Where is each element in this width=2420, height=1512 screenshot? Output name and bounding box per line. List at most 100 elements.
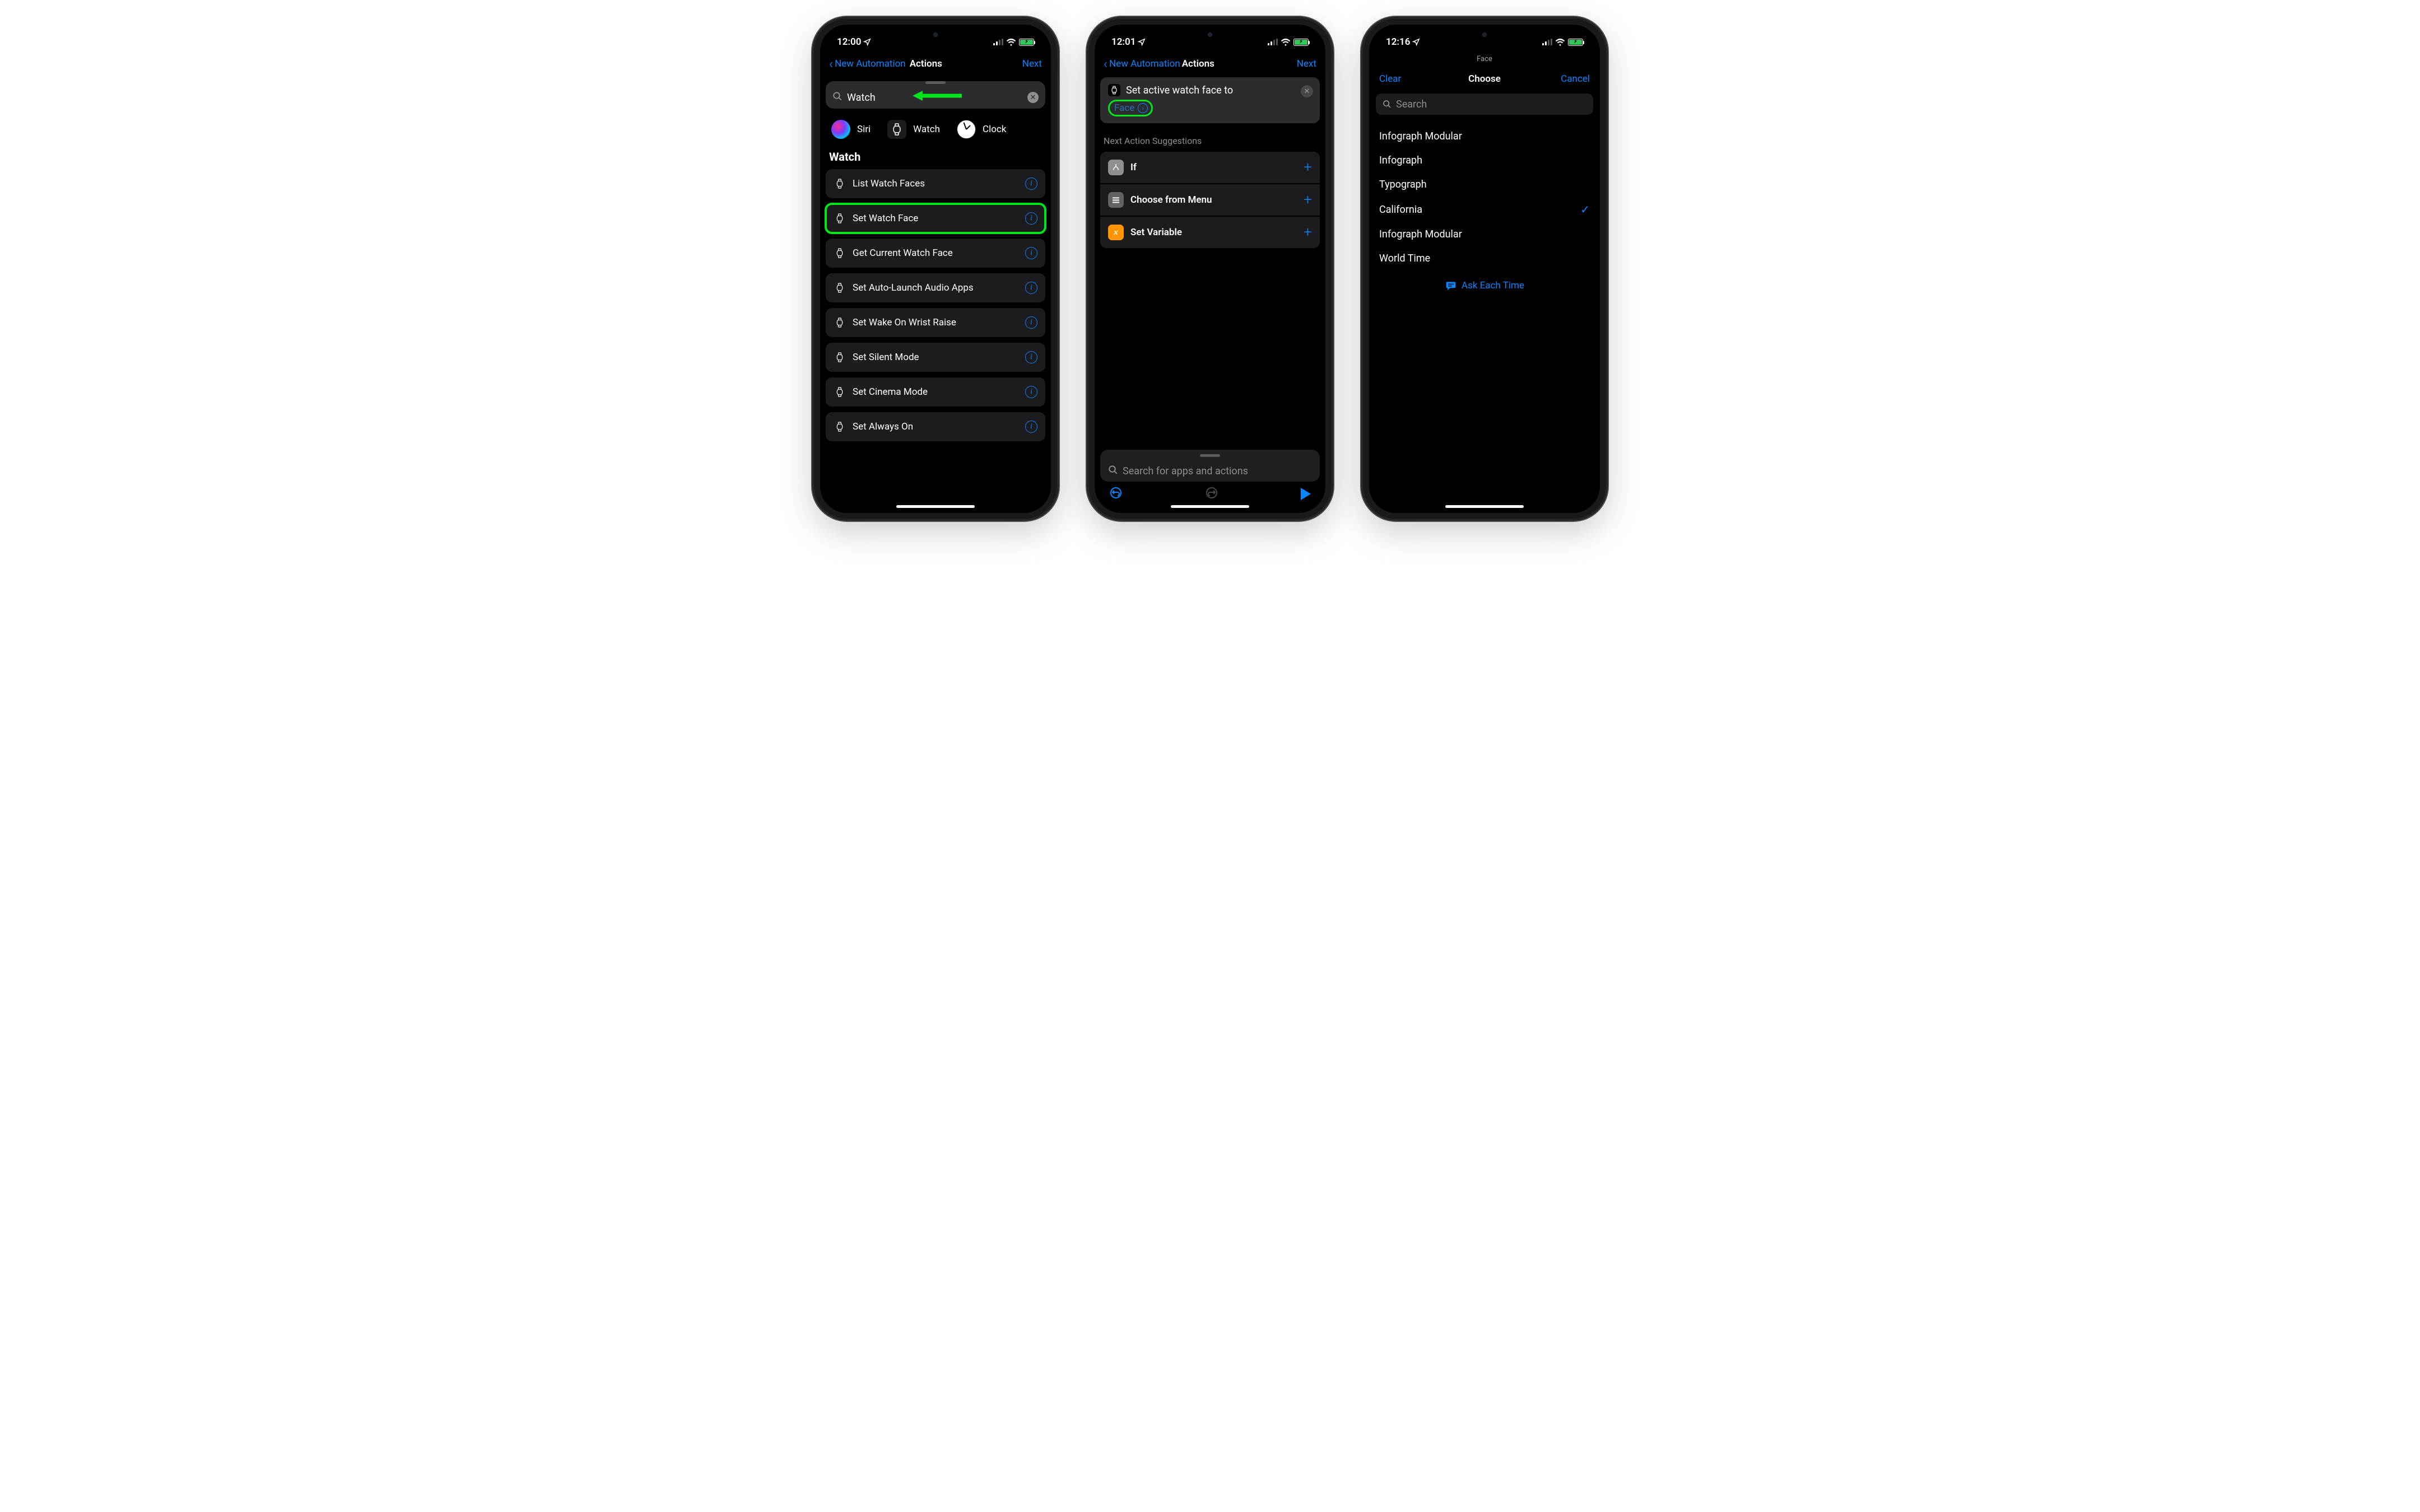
cellular-icon [1542, 39, 1552, 45]
drag-handle-icon[interactable] [925, 81, 946, 84]
action-get-current-watch-face[interactable]: Get Current Watch Face i [826, 239, 1045, 268]
chevron-left-icon: ‹ [829, 57, 833, 71]
app-clock[interactable]: Clock [957, 120, 1006, 139]
phone-3-screen: 12:16 ⚡︎ Face Clear Choose Cancel Search… [1369, 25, 1600, 513]
app-watch[interactable]: Watch [887, 120, 940, 139]
suggestion-label: Set Variable [1130, 227, 1297, 238]
picker-navbar: Clear Choose Cancel [1369, 63, 1600, 90]
clear-button[interactable]: Clear [1379, 73, 1401, 85]
back-button[interactable]: ‹ New Automation [829, 57, 906, 71]
face-option-world-time[interactable]: World Time [1379, 253, 1590, 264]
face-label: California [1379, 204, 1422, 216]
face-options-list: Infograph Modular Infograph Typograph Calif… [1369, 119, 1600, 264]
phone-1-frame: 12:00 ⚡︎ ‹ New Automation Actions Next [812, 17, 1059, 521]
action-label: List Watch Faces [853, 178, 1018, 189]
action-set-watch-face[interactable]: Set Watch Face i [826, 204, 1045, 233]
next-button[interactable]: Next [1297, 58, 1316, 69]
face-option-typograph[interactable]: Typograph [1379, 179, 1590, 190]
search-placeholder: Search [1396, 99, 1586, 110]
info-button[interactable]: i [1025, 212, 1037, 225]
face-parameter-label: Face [1114, 102, 1134, 114]
location-icon [1138, 38, 1146, 46]
suggestion-set-variable[interactable]: xSet Variable+ [1100, 217, 1320, 248]
search-icon [832, 91, 843, 104]
phone-3-frame: 12:16 ⚡︎ Face Clear Choose Cancel Search… [1361, 17, 1608, 521]
add-suggestion-button[interactable]: + [1304, 159, 1312, 176]
info-button[interactable]: i [1025, 421, 1037, 433]
face-label: World Time [1379, 253, 1430, 264]
face-parameter-token[interactable]: Face › [1108, 100, 1153, 116]
editor-toolbar [1095, 483, 1325, 505]
info-button[interactable]: i [1025, 351, 1037, 363]
action-set-auto-launch-audio-apps[interactable]: Set Auto-Launch Audio Apps i [826, 273, 1045, 302]
info-button[interactable]: i [1025, 247, 1037, 259]
home-indicator[interactable] [896, 505, 975, 508]
action-set-always-on[interactable]: Set Always On i [826, 412, 1045, 441]
battery-icon: ⚡︎ [1293, 39, 1309, 46]
menu-icon [1108, 192, 1124, 208]
back-button[interactable]: ‹ New Automation [1104, 57, 1180, 71]
battery-icon: ⚡︎ [1019, 39, 1034, 46]
bottom-search-panel: Search for apps and actions [1100, 450, 1320, 482]
action-label: Set Cinema Mode [853, 386, 1018, 398]
action-label: Set Always On [853, 421, 1018, 432]
siri-icon [831, 120, 850, 139]
action-set-wake-on-wrist-raise[interactable]: Set Wake On Wrist Raise i [826, 308, 1045, 337]
search-field[interactable]: Search [1376, 94, 1593, 115]
run-button[interactable] [1301, 488, 1311, 500]
suggestion-label: If [1130, 162, 1297, 173]
clear-search-button[interactable]: ✕ [1027, 92, 1039, 103]
action-card-set-watch-face[interactable]: ✕ Set active watch face to Face › [1100, 77, 1320, 123]
info-button[interactable]: i [1025, 386, 1037, 398]
info-button[interactable]: i [1025, 282, 1037, 294]
action-text: Set active watch face to [1126, 85, 1233, 96]
notch [891, 25, 980, 41]
search-input[interactable]: Search for apps and actions [1123, 465, 1312, 477]
phone-2-screen: 12:01 ⚡︎ ‹ New Automation Actions Next ✕ [1095, 25, 1325, 513]
redo-button[interactable] [1205, 486, 1218, 502]
phone-2-frame: 12:01 ⚡︎ ‹ New Automation Actions Next ✕ [1087, 17, 1333, 521]
action-set-cinema-mode[interactable]: Set Cinema Mode i [826, 377, 1045, 407]
sheet-title-small: Face [1369, 52, 1600, 63]
suggestion-choose-from-menu[interactable]: Choose from Menu+ [1100, 184, 1320, 216]
ask-each-time-button[interactable]: Ask Each Time [1369, 264, 1600, 291]
face-label: Typograph [1379, 179, 1427, 190]
face-option-infograph-modular[interactable]: Infograph Modular [1379, 130, 1590, 142]
undo-button[interactable] [1109, 486, 1123, 502]
ask-each-time-label: Ask Each Time [1462, 280, 1524, 291]
action-label: Get Current Watch Face [853, 248, 1018, 259]
chevron-right-icon: › [1138, 103, 1148, 113]
branch-icon [1108, 160, 1124, 175]
add-suggestion-button[interactable]: + [1304, 192, 1312, 208]
action-list-watch-faces[interactable]: List Watch Faces i [826, 169, 1045, 198]
drag-handle-icon[interactable] [1200, 454, 1220, 457]
suggestion-if[interactable]: If + [1100, 152, 1320, 183]
suggestions-list: If+Choose from Menu+xSet Variable+ [1100, 152, 1320, 248]
cellular-icon [1268, 39, 1278, 45]
app-suggestions-row: Siri Watch Clock [826, 109, 1045, 146]
add-suggestion-button[interactable]: + [1304, 224, 1312, 241]
notch [1165, 25, 1255, 41]
home-indicator[interactable] [1445, 505, 1524, 508]
face-label: Infograph Modular [1379, 130, 1462, 142]
face-option-infograph[interactable]: Infograph [1379, 155, 1590, 166]
action-label: Set Wake On Wrist Raise [853, 317, 1018, 328]
annotation-arrow-icon [913, 89, 963, 102]
nav-title: Actions [1182, 58, 1214, 69]
next-button[interactable]: Next [1022, 58, 1042, 69]
cancel-button[interactable]: Cancel [1561, 73, 1590, 85]
watch-icon [834, 351, 846, 363]
face-option-infograph-modular[interactable]: Infograph Modular [1379, 228, 1590, 240]
remove-action-button[interactable]: ✕ [1301, 85, 1313, 97]
back-label: New Automation [835, 58, 906, 69]
app-siri[interactable]: Siri [831, 120, 871, 139]
face-option-california[interactable]: California✓ [1379, 203, 1590, 216]
battery-icon: ⚡︎ [1568, 39, 1583, 46]
search-icon [1383, 100, 1392, 109]
navigation-bar: ‹ New Automation Actions Next [1095, 52, 1325, 77]
home-indicator[interactable] [1171, 505, 1249, 508]
info-button[interactable]: i [1025, 316, 1037, 329]
info-button[interactable]: i [1025, 178, 1037, 190]
location-icon [863, 38, 871, 46]
action-set-silent-mode[interactable]: Set Silent Mode i [826, 343, 1045, 372]
